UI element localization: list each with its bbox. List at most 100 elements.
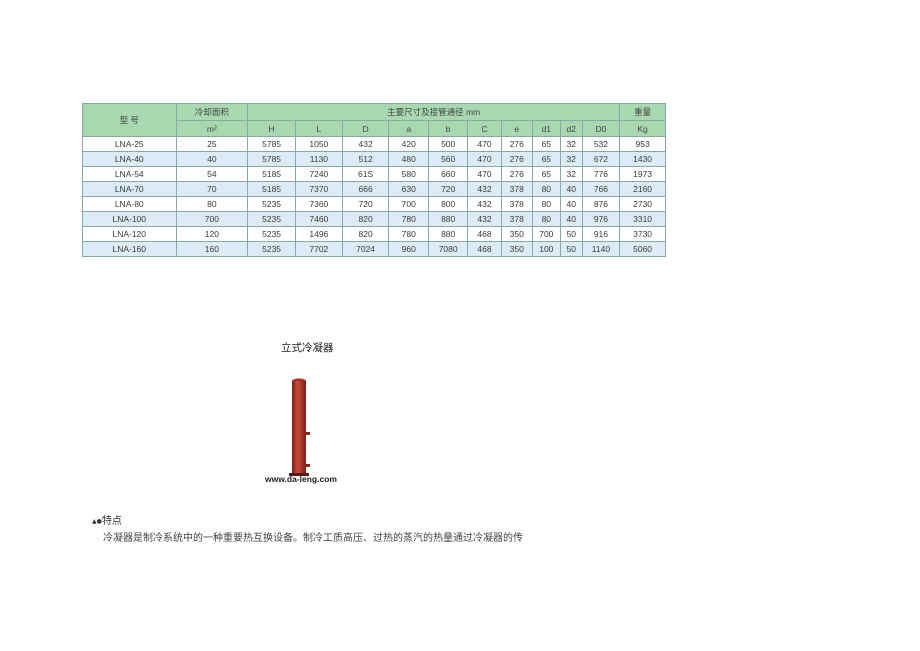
table-cell: 378	[500, 181, 533, 197]
table-cell: 5185	[247, 166, 296, 182]
header-dim-e: e	[500, 120, 533, 137]
header-dim-H: H	[247, 120, 296, 137]
table-cell: 40	[559, 211, 583, 227]
table-cell: 40	[559, 196, 583, 212]
table-cell: 432	[341, 136, 390, 152]
table-cell: 820	[341, 211, 390, 227]
website-url: www.da-leng.com	[265, 474, 337, 484]
header-dim-D: D	[341, 120, 390, 137]
table-cell: 1050	[294, 136, 343, 152]
table-cell: 2730	[619, 196, 666, 212]
table-cell: 630	[388, 181, 429, 197]
table-cell: 5060	[619, 241, 666, 257]
header-dim-d1: d1	[531, 120, 561, 137]
table-cell: 666	[341, 181, 390, 197]
spec-table: 型 号 冷却面积 主要尺寸及接管通径 mm 重量 m² H L D a b C …	[82, 103, 666, 257]
features-heading: ▲●特点	[92, 512, 122, 527]
table-row: LNA-160 160 5235 7702 7024 960 7080 468 350 100 50…	[82, 241, 666, 257]
table-cell: 7702	[294, 241, 343, 257]
table-cell: 276	[500, 136, 533, 152]
table-row: LNA-100 700 5235 7460 820 780 880 432 378 80 40 976…	[82, 211, 666, 227]
table-cell: 5235	[247, 226, 296, 242]
table-cell: 50	[559, 241, 583, 257]
header-model: 型 号	[82, 103, 177, 137]
table-cell: 350	[500, 226, 533, 242]
header-area: 冷却面积	[175, 103, 249, 121]
table-cell: 432	[467, 211, 502, 227]
header-area-unit: m²	[175, 120, 249, 137]
table-cell: 580	[388, 166, 429, 182]
table-cell: 700	[175, 211, 249, 227]
table-cell: 1140	[581, 241, 621, 257]
table-cell: 960	[388, 241, 429, 257]
table-cell: 5235	[247, 211, 296, 227]
table-cell: 32	[559, 166, 583, 182]
table-cell: 80	[175, 196, 249, 212]
table-cell: 470	[467, 151, 502, 167]
table-cell: 65	[531, 151, 561, 167]
table-cell: 780	[388, 226, 429, 242]
model-cell: LNA-100	[82, 211, 177, 227]
table-row: LNA-25 25 5785 1050 432 420 500 470 276 65 32 532 95…	[82, 136, 666, 152]
table-cell: 820	[341, 226, 390, 242]
figure-caption: 立式冷凝器	[281, 342, 334, 354]
table-cell: 5185	[247, 181, 296, 197]
model-cell: LNA-54	[82, 166, 177, 182]
table-cell: 160	[175, 241, 249, 257]
table-cell: 378	[500, 211, 533, 227]
condenser-image	[289, 378, 310, 476]
table-cell: 276	[500, 151, 533, 167]
table-cell: 3730	[619, 226, 666, 242]
model-cell: LNA-160	[82, 241, 177, 257]
table-cell: 80	[531, 181, 561, 197]
table-cell: 480	[388, 151, 429, 167]
table-cell: 70	[175, 181, 249, 197]
table-cell: 276	[500, 166, 533, 182]
table-cell: 766	[581, 181, 621, 197]
table-row: LNA-80 80 5235 7360 720 700 800 432 378 80 40 876 27…	[82, 196, 666, 212]
table-cell: 32	[559, 151, 583, 167]
table-cell: 720	[341, 196, 390, 212]
table-cell: 40	[175, 151, 249, 167]
table-cell: 468	[467, 226, 502, 242]
table-cell: 5785	[247, 136, 296, 152]
header-dim-b: b	[427, 120, 469, 137]
table-cell: 7370	[294, 181, 343, 197]
table-cell: 2160	[619, 181, 666, 197]
table-row: LNA-40 40 5785 1130 512 480 560 470 276 65 32 672 14…	[82, 151, 666, 167]
table-row: LNA-120 120 5235 1496 820 780 880 468 350 700 50 91…	[82, 226, 666, 242]
table-row: LNA-70 70 5185 7370 666 630 720 432 378 80 40 766 21…	[82, 181, 666, 197]
table-cell: 700	[388, 196, 429, 212]
header-weight-unit: Kg	[619, 120, 666, 137]
table-cell: 1430	[619, 151, 666, 167]
table-cell: 7080	[427, 241, 469, 257]
header-dim-D0: D0	[581, 120, 621, 137]
header-dim-L: L	[294, 120, 343, 137]
model-cell: LNA-120	[82, 226, 177, 242]
table-cell: 7024	[341, 241, 390, 257]
table-cell: 3310	[619, 211, 666, 227]
table-cell: 880	[427, 226, 469, 242]
table-cell: 660	[427, 166, 469, 182]
table-cell: 420	[388, 136, 429, 152]
table-body: LNA-25 25 5785 1050 432 420 500 470 276 65 32 532 95…	[82, 136, 666, 257]
features-title: 特点	[101, 516, 122, 527]
table-cell: 7360	[294, 196, 343, 212]
model-cell: LNA-25	[82, 136, 177, 152]
header-weight: 重量	[619, 103, 666, 121]
header-dim-C: C	[467, 120, 502, 137]
table-cell: 7460	[294, 211, 343, 227]
table-cell: 7240	[294, 166, 343, 182]
table-cell: 500	[427, 136, 469, 152]
table-cell: 876	[581, 196, 621, 212]
table-cell: 5235	[247, 241, 296, 257]
table-cell: 350	[500, 241, 533, 257]
table-cell: 1130	[294, 151, 343, 167]
table-cell: 54	[175, 166, 249, 182]
table-cell: 1496	[294, 226, 343, 242]
features-paragraph: 冷凝器是制冷系统中的一种重要热互换设备。制冷工质高压、过热的蒸汽的热量通过冷凝器…	[103, 533, 523, 544]
table-cell: 65	[531, 166, 561, 182]
table-cell: 700	[531, 226, 561, 242]
table-cell: 80	[531, 211, 561, 227]
table-cell: 468	[467, 241, 502, 257]
